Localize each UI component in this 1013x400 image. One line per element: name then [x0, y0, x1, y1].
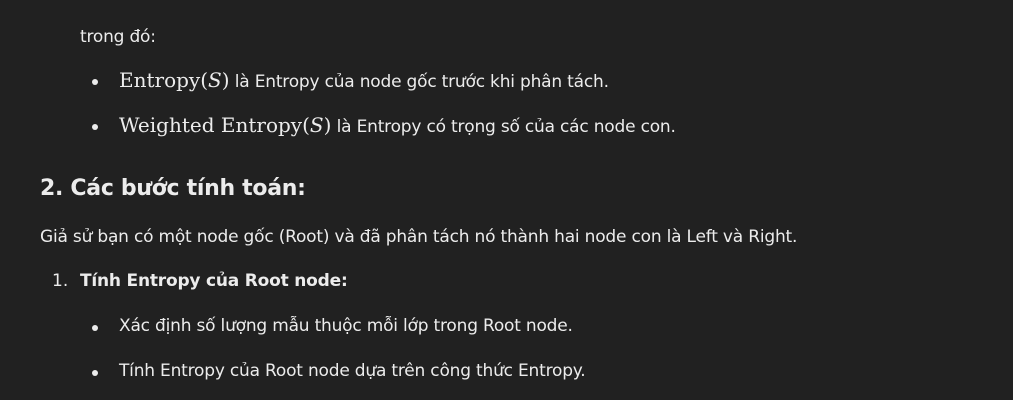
substep-text: Xác định số lượng mẫu thuộc mỗi lớp tron… — [119, 316, 573, 336]
bullet-icon — [92, 79, 98, 85]
math-expression: Weighted Entropy(S) — [119, 113, 332, 137]
substep-text: Tính Entropy của Root node dựa trên công… — [119, 361, 586, 381]
definition-item: Weighted Entropy(S) là Entropy có trọng … — [119, 113, 676, 139]
chat-message-content: trong đó: Entropy(S) là Entropy của node… — [0, 0, 1013, 400]
definition-text: là Entropy của node gốc trước khi phân t… — [229, 72, 609, 92]
bullet-icon — [92, 370, 98, 376]
definition-item: Entropy(S) là Entropy của node gốc trước… — [119, 68, 609, 94]
step-number: 1. — [52, 271, 69, 291]
step-title: Tính Entropy của Root node: — [80, 271, 348, 291]
intro-text: trong đó: — [80, 27, 156, 47]
section-heading: 2. Các bước tính toán: — [40, 176, 306, 201]
bullet-icon — [92, 325, 98, 331]
paragraph-text: Giả sử bạn có một node gốc (Root) và đã … — [40, 227, 798, 247]
math-expression: Entropy(S) — [119, 68, 230, 92]
definition-text: là Entropy có trọng số của các node con. — [331, 117, 676, 137]
bullet-icon — [92, 124, 98, 130]
